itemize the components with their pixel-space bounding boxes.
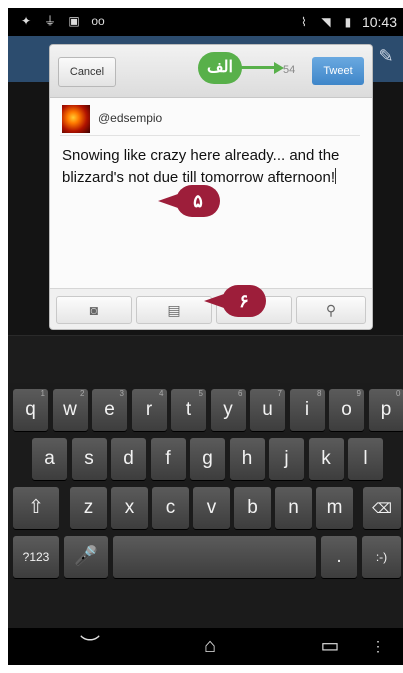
key-number-hint: 8	[317, 389, 322, 398]
navigation-bar: ︶ ⌂ ▭ ⋮	[8, 628, 403, 665]
tweet-button[interactable]: Tweet	[312, 57, 364, 85]
key-o[interactable]: o9	[329, 389, 364, 431]
key-r[interactable]: r4	[131, 389, 167, 431]
key-number-hint: 6	[238, 389, 243, 398]
tweet-text-input[interactable]: Snowing like crazy here already... and t…	[62, 145, 362, 189]
callout-counter: الف	[198, 52, 284, 84]
compose-icon[interactable]: ✎	[375, 46, 397, 68]
key-k[interactable]: k	[308, 438, 344, 480]
avatar	[62, 105, 90, 133]
key-p[interactable]: p0	[368, 389, 403, 431]
delete-key[interactable]: ⌫	[363, 487, 401, 529]
character-counter: 54	[283, 64, 296, 76]
key-x[interactable]: x	[111, 487, 148, 529]
battery-icon: ▮	[344, 15, 352, 29]
key-c[interactable]: c	[152, 487, 189, 529]
camera-icon: ◙	[89, 302, 99, 318]
callout-text: ۵	[158, 185, 220, 217]
location-button[interactable]: ⚲	[296, 296, 366, 324]
key-b[interactable]: b	[234, 487, 271, 529]
camera-button[interactable]: ◙	[56, 296, 132, 324]
location-icon: ⚲	[325, 302, 337, 318]
gallery-button[interactable]: ▤	[136, 296, 212, 324]
wifi-icon: ◥	[321, 15, 331, 29]
voicemail-icon: oo	[91, 14, 105, 28]
key-s[interactable]: s	[71, 438, 107, 480]
clock: 10:43	[361, 14, 397, 30]
key-l[interactable]: l	[348, 438, 383, 480]
back-icon[interactable]: ︶	[70, 634, 110, 658]
keyboard-row-4: ?123 🎤 . :-)	[8, 536, 403, 582]
key-n[interactable]: n	[275, 487, 312, 529]
suggestion-strip	[8, 335, 403, 384]
period-key[interactable]: .	[321, 536, 357, 578]
keyboard: q1w2e3r4t5y6u7i8o9p0 asdfghjkl ⇧ ⌫ zxcvb…	[8, 383, 403, 628]
symbols-key[interactable]: ?123	[13, 536, 59, 578]
key-number-hint: 9	[356, 389, 361, 398]
key-t[interactable]: t5	[171, 389, 206, 431]
callout-gallery: ۶	[204, 285, 266, 317]
vibrate-icon: ⌇	[301, 15, 307, 29]
key-number-hint: 5	[198, 389, 203, 398]
key-e[interactable]: e3	[92, 389, 127, 431]
key-h[interactable]: h	[229, 438, 265, 480]
key-number-hint: 3	[119, 389, 124, 398]
key-v[interactable]: v	[193, 487, 230, 529]
keyboard-row-2: asdfghjkl	[8, 438, 403, 484]
key-f[interactable]: f	[150, 438, 186, 480]
keyboard-row-1: q1w2e3r4t5y6u7i8o9p0	[8, 389, 403, 435]
key-j[interactable]: j	[269, 438, 304, 480]
microphone-icon: 🎤	[74, 546, 98, 567]
phone-screen: ✦ ⏚ ▣ oo ⌇ ◥ ▮ 10:43 ✎ Cancel 54 Tweet @…	[8, 8, 403, 665]
account-row[interactable]: @edsempio	[60, 103, 360, 136]
backspace-icon: ⌫	[372, 500, 392, 516]
key-i[interactable]: i8	[289, 389, 325, 431]
voice-key[interactable]: 🎤	[64, 536, 108, 578]
shift-icon: ⇧	[28, 497, 44, 518]
key-number-hint: 0	[396, 389, 401, 398]
usb-icon: ⏚	[43, 14, 56, 28]
space-key[interactable]	[113, 536, 316, 578]
status-bar: ✦ ⏚ ▣ oo ⌇ ◥ ▮ 10:43	[8, 8, 403, 36]
key-number-hint: 4	[159, 389, 164, 398]
key-y[interactable]: y6	[210, 389, 246, 431]
key-number-hint: 2	[80, 389, 85, 398]
key-d[interactable]: d	[111, 438, 146, 480]
twitter-icon: ✦	[20, 14, 32, 28]
recents-icon[interactable]: ▭	[310, 634, 350, 658]
key-u[interactable]: u7	[250, 389, 285, 431]
cancel-button[interactable]: Cancel	[58, 57, 116, 87]
image-icon: ▣	[68, 14, 80, 28]
key-z[interactable]: z	[70, 487, 107, 529]
menu-icon[interactable]: ⋮	[368, 634, 388, 658]
username: @edsempio	[98, 111, 163, 125]
key-number-hint: 1	[40, 389, 45, 398]
key-number-hint: 7	[277, 389, 282, 398]
gallery-icon: ▤	[167, 302, 181, 318]
key-g[interactable]: g	[190, 438, 225, 480]
key-w[interactable]: w2	[52, 389, 88, 431]
shift-key[interactable]: ⇧	[13, 487, 59, 529]
smiley-key[interactable]: :-)	[362, 536, 401, 578]
key-m[interactable]: m	[316, 487, 353, 529]
home-icon[interactable]: ⌂	[190, 634, 230, 658]
keyboard-row-3: ⇧ ⌫ zxcvbnm	[8, 487, 403, 533]
key-a[interactable]: a	[32, 438, 67, 480]
key-q[interactable]: q1	[13, 389, 48, 431]
